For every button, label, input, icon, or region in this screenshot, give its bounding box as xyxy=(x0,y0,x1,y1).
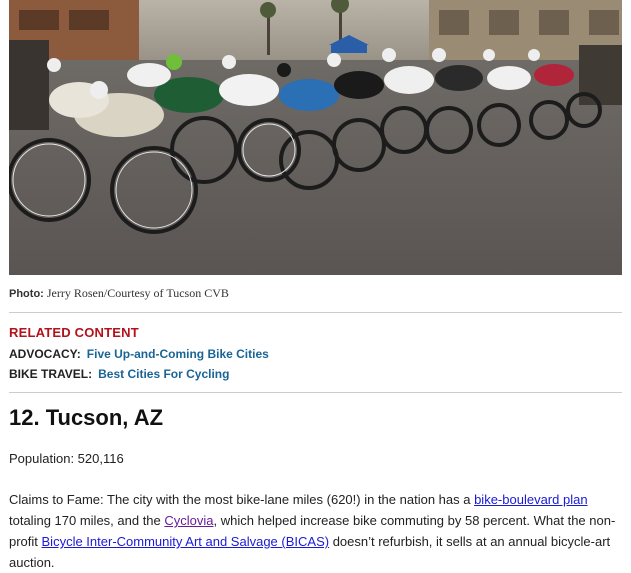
claims-paragraph: Claims to Fame: The city with the most b… xyxy=(9,489,627,573)
related-link-best-cities[interactable]: Best Cities For Cycling xyxy=(98,367,229,381)
divider xyxy=(9,392,622,393)
race-photo xyxy=(9,0,622,275)
population-text: Population: 520,116 xyxy=(9,451,124,466)
race-photo-image xyxy=(9,0,622,275)
photo-caption: Photo: Jerry Rosen/Courtesy of Tucson CV… xyxy=(9,286,229,301)
claims-text: Claims to Fame: The city with the most b… xyxy=(9,492,475,507)
photo-caption-label: Photo: xyxy=(9,288,44,300)
related-content-heading: RELATED CONTENT xyxy=(9,325,139,340)
photo-credit: Jerry Rosen/Courtesy of Tucson CVB xyxy=(46,286,229,300)
claims-text: totaling 170 miles, and the xyxy=(9,513,165,528)
bicas-link[interactable]: Bicycle Inter-Community Art and Salvage … xyxy=(42,534,330,549)
cyclovia-link[interactable]: Cyclovia xyxy=(164,513,213,528)
related-item-category: BIKE TRAVEL: xyxy=(9,367,93,381)
related-content: RELATED CONTENT ADVOCACY: Five Up-and-Com… xyxy=(9,325,622,384)
bike-boulevard-plan-link[interactable]: bike-boulevard plan xyxy=(474,492,587,507)
related-item-bike-travel: BIKE TRAVEL: Best Cities For Cycling xyxy=(9,364,622,384)
related-item-category: ADVOCACY: xyxy=(9,347,81,361)
city-title: 12. Tucson, AZ xyxy=(9,405,164,430)
related-link-five-up-and-coming[interactable]: Five Up-and-Coming Bike Cities xyxy=(87,347,269,361)
divider xyxy=(9,312,622,313)
related-item-advocacy: ADVOCACY: Five Up-and-Coming Bike Cities xyxy=(9,344,622,364)
